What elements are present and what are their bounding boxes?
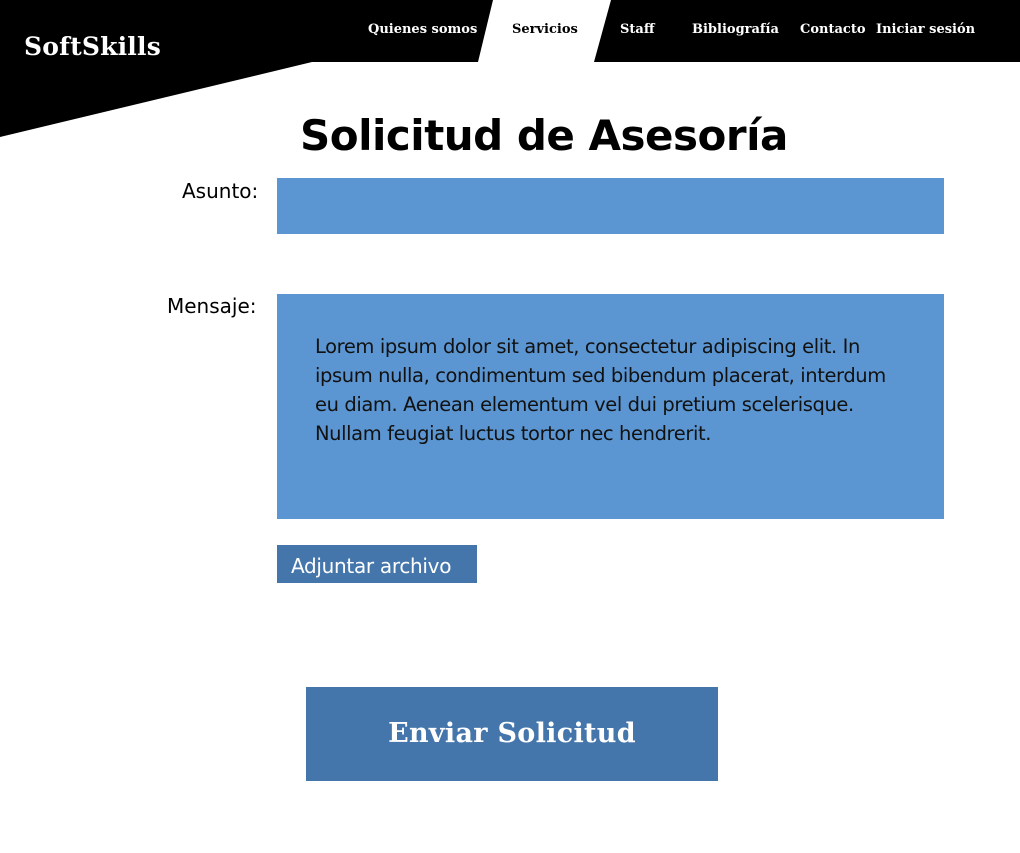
nav-iniciar-sesion[interactable]: Iniciar sesión bbox=[876, 22, 975, 37]
subject-input[interactable] bbox=[277, 178, 944, 234]
subject-label: Asunto: bbox=[182, 179, 259, 203]
nav-quienes-somos[interactable]: Quienes somos bbox=[368, 22, 477, 37]
attach-file-button[interactable]: Adjuntar archivo bbox=[277, 545, 477, 583]
submit-request-button[interactable]: Enviar Solicitud bbox=[306, 687, 718, 781]
page-title: Solicitud de Asesoría bbox=[300, 111, 788, 160]
nav-bibliografia[interactable]: Bibliografía bbox=[692, 22, 779, 37]
message-label: Mensaje: bbox=[167, 294, 257, 318]
nav-servicios[interactable]: Servicios bbox=[512, 22, 578, 37]
message-textarea[interactable]: Lorem ipsum dolor sit amet, consectetur … bbox=[277, 294, 944, 519]
nav-staff[interactable]: Staff bbox=[620, 22, 655, 37]
nav-contacto[interactable]: Contacto bbox=[800, 22, 866, 37]
site-logo[interactable]: SoftSkills bbox=[24, 32, 161, 61]
